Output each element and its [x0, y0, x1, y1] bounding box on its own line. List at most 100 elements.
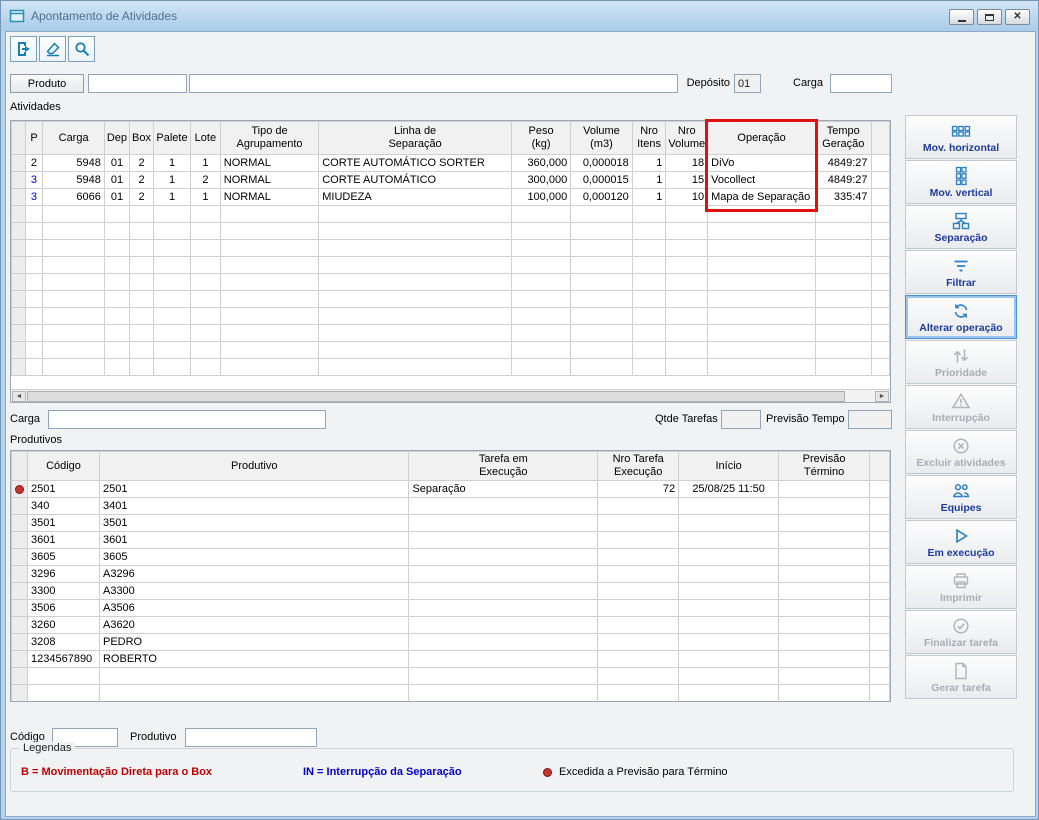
- scroll-left-icon[interactable]: ◄: [12, 391, 26, 402]
- app-window: Apontamento de Atividades ✕ Produto Depó…: [0, 0, 1039, 820]
- column-header[interactable]: Volume (m3): [570, 121, 633, 155]
- produto-button[interactable]: Produto: [10, 74, 84, 93]
- sidebar-button-mov-horizontal[interactable]: Mov. horizontal: [905, 115, 1017, 159]
- produto-code-input[interactable]: [88, 74, 187, 93]
- scrollbar-thumb[interactable]: [27, 391, 845, 402]
- cell: NORMAL: [219, 188, 320, 206]
- column-header[interactable]: Peso (kg): [510, 121, 572, 155]
- row-selector[interactable]: [11, 480, 28, 498]
- column-header-filler: [869, 451, 890, 481]
- produto-name-input[interactable]: [189, 74, 678, 93]
- scroll-right-icon[interactable]: ►: [875, 391, 889, 402]
- window-controls: ✕: [949, 9, 1030, 25]
- column-header[interactable]: Nro Tarefa Execução: [597, 451, 680, 481]
- sidebar-button-filtrar[interactable]: Filtrar: [905, 250, 1017, 294]
- titlebar[interactable]: Apontamento de Atividades ✕: [1, 1, 1038, 31]
- cell: [103, 307, 131, 325]
- column-header[interactable]: Nro Itens: [631, 121, 667, 155]
- sidebar-button-separacao[interactable]: Separação: [905, 205, 1017, 249]
- row-selector[interactable]: [11, 171, 26, 189]
- cell: [42, 222, 105, 240]
- column-header[interactable]: Dep: [103, 121, 131, 155]
- row-selector[interactable]: [11, 531, 28, 549]
- cell: [510, 290, 572, 308]
- row-selector[interactable]: [11, 616, 28, 634]
- search-button[interactable]: [68, 36, 95, 62]
- column-header[interactable]: P: [24, 121, 44, 155]
- row-selector[interactable]: [11, 565, 28, 583]
- cell: [597, 633, 680, 651]
- cell: [42, 205, 105, 223]
- row-selector[interactable]: [11, 633, 28, 651]
- produtivo-row[interactable]: 1234567890 ROBERTO: [11, 650, 890, 668]
- produtivo-row[interactable]: 3296 A3296: [11, 565, 890, 583]
- horizontal-scrollbar[interactable]: ◄ ►: [11, 389, 890, 402]
- cell: [815, 205, 872, 223]
- column-header[interactable]: Palete: [153, 121, 191, 155]
- maximize-button[interactable]: [977, 9, 1002, 25]
- produtivo-row[interactable]: 3506 A3506: [11, 599, 890, 617]
- produtivo-row[interactable]: 3605 3605: [11, 548, 890, 566]
- column-header[interactable]: Código: [27, 451, 100, 481]
- produtivo-row[interactable]: 3260 A3620: [11, 616, 890, 634]
- sidebar-button-imprimir: Imprimir: [905, 565, 1017, 609]
- minimize-button[interactable]: [949, 9, 974, 25]
- cell: [778, 514, 870, 532]
- column-header[interactable]: Produtivo: [98, 451, 410, 481]
- produtivo-row[interactable]: 3300 A3300: [11, 582, 890, 600]
- row-selector[interactable]: [11, 599, 28, 617]
- produtivo-input[interactable]: [185, 728, 317, 747]
- carga-top-input[interactable]: [830, 74, 892, 93]
- produtivos-section-label: Produtivos: [10, 434, 62, 446]
- close-button[interactable]: ✕: [1005, 9, 1030, 25]
- cell: [510, 205, 572, 223]
- sidebar-button-alterar-operacao[interactable]: Alterar operação: [905, 295, 1017, 339]
- cell: ROBERTO: [98, 650, 410, 668]
- produtivo-row[interactable]: 2501 2501 Separação 72 25/08/25 11:50: [11, 480, 890, 498]
- activity-row[interactable]: 3 5948 01 2 1 2 NORMAL CORTE AUTOMÁTICO 300,000 0…: [11, 171, 890, 189]
- cell: [153, 341, 191, 359]
- column-header[interactable]: Tarefa em Execução: [408, 451, 599, 481]
- legend-item-text: B = Movimentação Direta para o Box: [21, 766, 213, 778]
- column-header[interactable]: Box: [129, 121, 155, 155]
- column-header[interactable]: Linha de Separação: [318, 121, 512, 155]
- cell: [815, 307, 872, 325]
- cell: [408, 633, 599, 651]
- sidebar-button-label: Separação: [934, 231, 988, 244]
- activity-row[interactable]: 3 6066 01 2 1 1 NORMAL MIUDEZA 100,000 0,000120 1 1…: [11, 188, 890, 206]
- row-selector[interactable]: [11, 650, 28, 668]
- column-header[interactable]: Tipo de Agrupamento: [219, 121, 320, 155]
- empty-row: [11, 222, 890, 240]
- sidebar-button-equipes[interactable]: Equipes: [905, 475, 1017, 519]
- sidebar-button-mov-vertical[interactable]: Mov. vertical: [905, 160, 1017, 204]
- cell: 0,000120: [570, 188, 633, 206]
- column-header[interactable]: Nro Volume: [665, 121, 709, 155]
- exit-button[interactable]: [10, 36, 37, 62]
- produtivo-row[interactable]: 3601 3601: [11, 531, 890, 549]
- cell: [707, 205, 817, 223]
- row-selector[interactable]: [11, 154, 26, 172]
- overdue-marker-icon: [15, 484, 24, 494]
- cell: [189, 222, 221, 240]
- column-header[interactable]: Previsão Término: [778, 451, 870, 481]
- row-selector[interactable]: [11, 514, 28, 532]
- carga-input[interactable]: [48, 410, 326, 429]
- sidebar-button-em-execucao[interactable]: Em execução: [905, 520, 1017, 564]
- column-header[interactable]: Lote: [189, 121, 221, 155]
- row-selector[interactable]: [11, 548, 28, 566]
- row-selector[interactable]: [11, 582, 28, 600]
- column-header[interactable]: Operação: [707, 121, 817, 155]
- column-header[interactable]: Carga: [42, 121, 105, 155]
- column-header[interactable]: Início: [678, 451, 780, 481]
- cell: [707, 341, 817, 359]
- activity-row[interactable]: 2 5948 01 2 1 1 NORMAL CORTE AUTOMÁTICO SORTER 3…: [11, 154, 890, 172]
- row-selector[interactable]: [11, 497, 28, 515]
- produtivo-row[interactable]: 340 3401: [11, 497, 890, 515]
- cell: [219, 341, 320, 359]
- cell: [24, 290, 44, 308]
- produtivo-row[interactable]: 3208 PEDRO: [11, 633, 890, 651]
- clear-button[interactable]: [39, 36, 66, 62]
- column-header[interactable]: Tempo Geração: [815, 121, 872, 155]
- produtivo-row[interactable]: 3501 3501: [11, 514, 890, 532]
- row-selector[interactable]: [11, 188, 26, 206]
